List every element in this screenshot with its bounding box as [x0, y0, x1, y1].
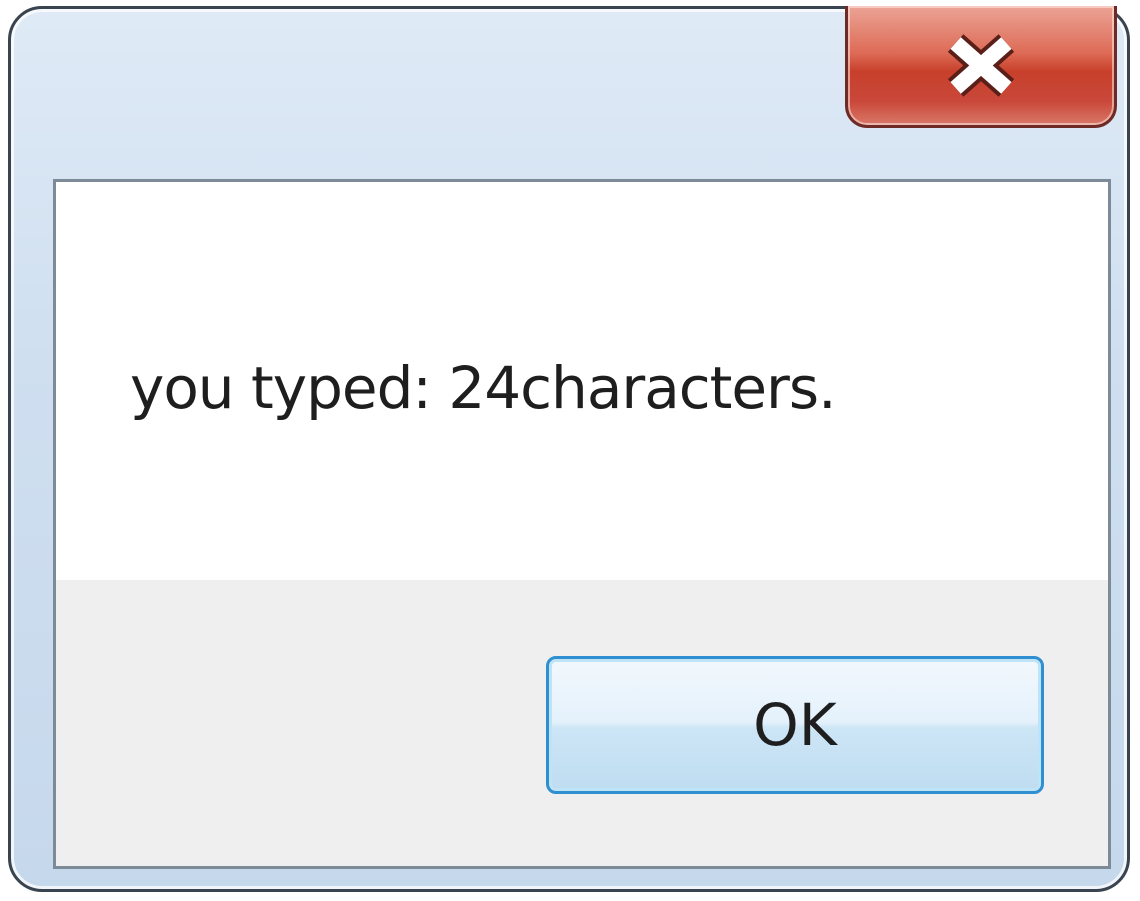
- close-button[interactable]: [845, 6, 1117, 128]
- ok-button-label: OK: [753, 691, 837, 759]
- button-area: OK: [56, 580, 1108, 866]
- close-icon: [947, 34, 1015, 97]
- message-text: you typed: 24characters.: [130, 354, 837, 422]
- message-dialog: you typed: 24characters. OK: [8, 6, 1130, 892]
- ok-button[interactable]: OK: [546, 656, 1044, 794]
- dialog-client-area: you typed: 24characters. OK: [53, 179, 1111, 869]
- message-area: you typed: 24characters.: [56, 182, 1108, 580]
